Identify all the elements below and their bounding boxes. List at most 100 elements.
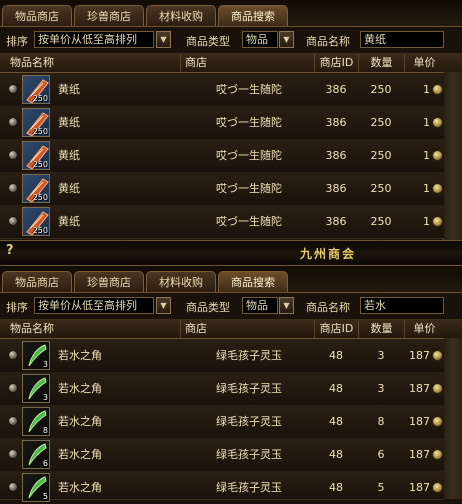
unit-price: 187: [409, 415, 430, 428]
stack-count: 8: [42, 426, 48, 435]
table-row[interactable]: 3 若水之角 绿毛孩子灵玉 48 3 187: [0, 372, 444, 406]
chevron-down-icon[interactable]: ▼: [279, 297, 294, 314]
type-select[interactable]: 物品: [242, 31, 278, 48]
table-row[interactable]: 5 若水之角 绿毛孩子灵玉 48 5 187: [0, 471, 444, 502]
shop-name: 绿毛孩子灵玉: [216, 415, 282, 428]
quantity: 3: [377, 349, 385, 362]
row-radio[interactable]: [8, 183, 18, 193]
item-name: 黄纸: [58, 182, 80, 195]
tab-pet-shop[interactable]: 珍兽商店: [74, 271, 144, 292]
table-row[interactable]: 250 黄纸 哎づ一生随陀 386 250 1: [0, 205, 444, 239]
col-shop-id: 商店ID: [314, 320, 358, 338]
shop-id: 48: [329, 448, 343, 461]
search-input[interactable]: 若水: [360, 297, 444, 314]
stack-count: 250: [32, 127, 48, 136]
item-name: 黄纸: [58, 116, 80, 129]
row-radio[interactable]: [8, 84, 18, 94]
quantity: 5: [377, 481, 385, 494]
shop-name: 哎づ一生随陀: [216, 182, 282, 195]
chevron-down-icon[interactable]: ▼: [279, 31, 294, 48]
coin-icon: [432, 350, 443, 361]
coin-icon: [432, 416, 443, 427]
unit-price: 1: [423, 215, 430, 228]
tab-bar: 物品商店 珍兽商店 材料收购 商品搜索: [0, 0, 462, 27]
scrollbar[interactable]: [443, 72, 462, 240]
shop-id: 386: [325, 116, 347, 129]
shop-name: 哎づ一生随陀: [216, 149, 282, 162]
shop-name: 哎づ一生随陀: [216, 116, 282, 129]
quantity: 250: [370, 149, 392, 162]
coin-icon: [432, 150, 443, 161]
stack-count: 250: [32, 226, 48, 235]
unit-price: 187: [409, 481, 430, 494]
item-name: 若水之角: [58, 448, 102, 461]
table-row[interactable]: 250 黄纸 哎づ一生随陀 386 250 1: [0, 172, 444, 206]
table-row[interactable]: 8 若水之角 绿毛孩子灵玉 48 8 187: [0, 405, 444, 439]
row-radio[interactable]: [8, 482, 18, 492]
tab-product-search[interactable]: 商品搜索: [218, 5, 288, 26]
help-icon[interactable]: ?: [6, 243, 14, 258]
yellow-paper-icon: 250: [22, 75, 50, 104]
table-row[interactable]: 250 黄纸 哎づ一生随陀 386 250 1: [0, 106, 444, 140]
type-label: 商品类型: [186, 35, 230, 48]
col-shop: 商店: [180, 320, 314, 338]
quantity: 250: [370, 83, 392, 96]
item-name: 若水之角: [58, 349, 102, 362]
table-row[interactable]: 3 若水之角 绿毛孩子灵玉 48 3 187: [0, 339, 444, 373]
shop-name: 绿毛孩子灵玉: [216, 481, 282, 494]
tab-item-shop[interactable]: 物品商店: [2, 271, 72, 292]
unit-price: 1: [423, 116, 430, 129]
col-item-name: 物品名称: [10, 56, 54, 69]
shop-id: 386: [325, 182, 347, 195]
coin-icon: [432, 449, 443, 460]
tab-pet-shop[interactable]: 珍兽商店: [74, 5, 144, 26]
unit-price: 1: [423, 182, 430, 195]
quantity: 3: [377, 382, 385, 395]
row-radio[interactable]: [8, 216, 18, 226]
shop-name: 绿毛孩子灵玉: [216, 349, 282, 362]
table-row[interactable]: 250 黄纸 哎づ一生随陀 386 250 1: [0, 73, 444, 107]
tab-product-search[interactable]: 商品搜索: [218, 271, 288, 292]
shop-id: 48: [329, 415, 343, 428]
shop-id: 48: [329, 481, 343, 494]
row-radio[interactable]: [8, 350, 18, 360]
row-radio[interactable]: [8, 416, 18, 426]
type-select[interactable]: 物品: [242, 297, 278, 314]
table-row[interactable]: 6 若水之角 绿毛孩子灵玉 48 6 187: [0, 438, 444, 472]
shop-name: 绿毛孩子灵玉: [216, 448, 282, 461]
sort-select[interactable]: 按单价从低至高排列: [34, 31, 154, 48]
quantity: 250: [370, 116, 392, 129]
unit-price: 187: [409, 382, 430, 395]
table-row[interactable]: 250 黄纸 哎づ一生随陀 386 250 1: [0, 139, 444, 173]
coin-icon: [432, 84, 443, 95]
tab-material-buy[interactable]: 材料收购: [146, 271, 216, 292]
sort-select[interactable]: 按单价从低至高排列: [34, 297, 154, 314]
name-label: 商品名称: [306, 35, 350, 48]
chamber-title-bar: ? 九州商会: [0, 240, 462, 266]
search-input[interactable]: 黄纸: [360, 31, 444, 48]
yellow-paper-icon: 250: [22, 174, 50, 203]
coin-icon: [432, 117, 443, 128]
tab-item-shop[interactable]: 物品商店: [2, 5, 72, 26]
shop-name: 哎づ一生随陀: [216, 215, 282, 228]
shop-id: 48: [329, 382, 343, 395]
col-quantity: 数量: [358, 320, 404, 338]
row-radio[interactable]: [8, 449, 18, 459]
coin-icon: [432, 216, 443, 227]
row-radio[interactable]: [8, 117, 18, 127]
item-name: 若水之角: [58, 415, 102, 428]
col-shop-id: 商店ID: [314, 54, 358, 72]
sort-label: 排序: [6, 35, 28, 48]
row-radio[interactable]: [8, 150, 18, 160]
chevron-down-icon[interactable]: ▼: [156, 297, 171, 314]
quantity: 250: [370, 182, 392, 195]
tab-material-buy[interactable]: 材料收购: [146, 5, 216, 26]
unit-price: 187: [409, 349, 430, 362]
chevron-down-icon[interactable]: ▼: [156, 31, 171, 48]
stack-count: 250: [32, 94, 48, 103]
stack-count: 6: [42, 459, 48, 468]
row-radio[interactable]: [8, 383, 18, 393]
scrollbar[interactable]: [443, 338, 462, 499]
shop-name: 绿毛孩子灵玉: [216, 382, 282, 395]
stack-count: 250: [32, 193, 48, 202]
